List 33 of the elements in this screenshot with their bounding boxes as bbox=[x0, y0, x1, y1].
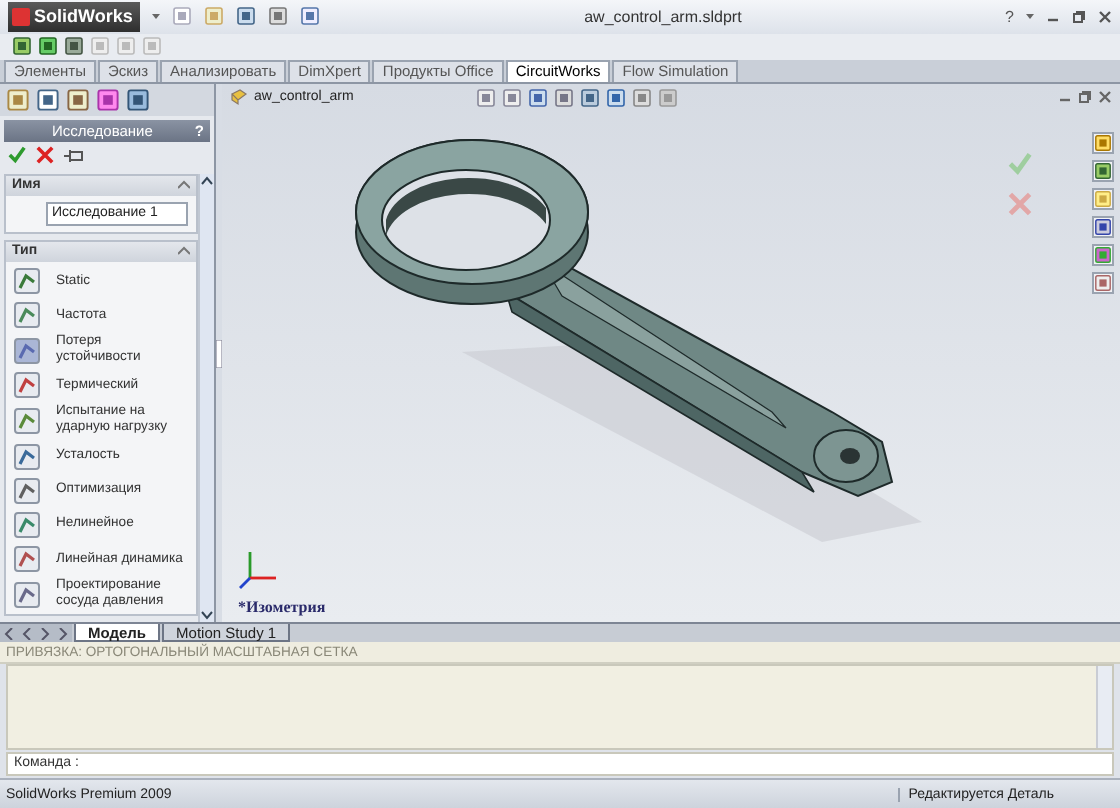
study-type-button[interactable] bbox=[14, 302, 40, 329]
caret-icon[interactable] bbox=[1026, 12, 1034, 21]
restore-icon[interactable] bbox=[1078, 90, 1092, 105]
axis-triad-icon bbox=[238, 546, 282, 591]
collapse-icon[interactable] bbox=[178, 246, 190, 257]
study-type-button[interactable] bbox=[14, 407, 40, 434]
scrollbar[interactable] bbox=[1096, 666, 1112, 749]
study-type-button[interactable] bbox=[14, 511, 40, 538]
scrollbar[interactable] bbox=[198, 173, 214, 623]
caret-icon[interactable] bbox=[152, 12, 161, 21]
view-orientation-label: *Изометрия bbox=[236, 598, 328, 621]
help-button[interactable]: ? bbox=[1005, 7, 1014, 26]
study-type-button[interactable] bbox=[14, 581, 40, 608]
study-type-button[interactable] bbox=[14, 337, 40, 364]
app-logo[interactable]: SolidWorks bbox=[8, 1, 141, 32]
close-icon[interactable] bbox=[1098, 90, 1112, 105]
restore-icon[interactable] bbox=[1072, 9, 1086, 24]
part-icon[interactable] bbox=[230, 88, 248, 107]
study-type-button[interactable] bbox=[14, 268, 40, 295]
check-icon[interactable] bbox=[8, 146, 26, 165]
check-icon[interactable] bbox=[1008, 151, 1032, 176]
close-icon[interactable] bbox=[1098, 9, 1112, 24]
scroll-down-icon[interactable] bbox=[200, 610, 214, 623]
study-type-button[interactable] bbox=[14, 477, 40, 504]
pin-icon[interactable] bbox=[64, 147, 84, 164]
logo-mark-icon bbox=[12, 7, 30, 26]
window-title: aw_control_arm.sldprt bbox=[582, 7, 744, 26]
collapse-icon[interactable] bbox=[178, 180, 190, 191]
study-type-button[interactable] bbox=[14, 372, 40, 399]
close-icon[interactable] bbox=[36, 146, 54, 165]
scroll-up-icon[interactable] bbox=[200, 173, 214, 186]
study-type-button[interactable] bbox=[14, 546, 40, 573]
study-type-button[interactable] bbox=[14, 443, 40, 470]
